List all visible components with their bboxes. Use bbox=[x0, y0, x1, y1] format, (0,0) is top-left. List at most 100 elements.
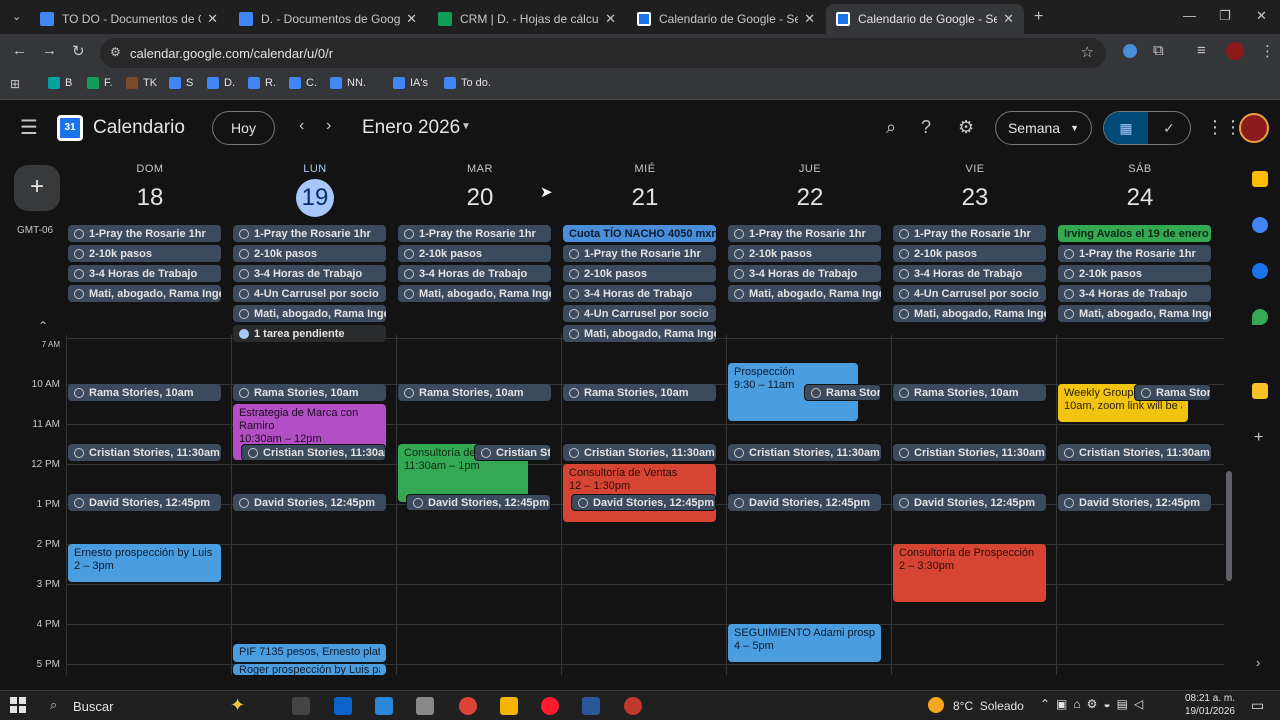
task-circle-icon[interactable] bbox=[239, 308, 249, 319]
task-circle-icon[interactable] bbox=[899, 447, 909, 458]
system-tray-icons[interactable]: ⌃▣⌂⚙◒▤◁ bbox=[1040, 697, 1149, 711]
keep-icon[interactable] bbox=[1252, 171, 1268, 187]
task-circle-icon[interactable] bbox=[74, 387, 84, 398]
day-date-today[interactable]: 19 bbox=[296, 179, 334, 217]
task-circle-icon[interactable] bbox=[1064, 447, 1074, 458]
task-circle-icon[interactable] bbox=[404, 268, 414, 279]
task-chip[interactable]: 1-Pray the Rosarie 1hr bbox=[893, 225, 1046, 242]
task-circle-icon[interactable] bbox=[74, 447, 84, 458]
event-chip-david[interactable]: David Stories, 12:45pm bbox=[893, 494, 1046, 511]
task-chip[interactable]: Mati, abogado, Rama Inger bbox=[563, 325, 716, 342]
task-chip[interactable]: 2-10k pasos bbox=[1058, 265, 1211, 282]
task-circle-icon[interactable] bbox=[239, 228, 249, 239]
day-date[interactable]: 23 bbox=[956, 179, 994, 217]
tab-d-docs[interactable]: D. - Documentos de Google ✕ bbox=[229, 4, 427, 34]
tab-search-chevron-icon[interactable]: ⌄ bbox=[12, 10, 21, 23]
event-chip-david[interactable]: David Stories, 12:45pm bbox=[1058, 494, 1211, 511]
event-chip-cristian[interactable]: Cristian Stories, 11:30am bbox=[893, 444, 1046, 461]
task-circle-icon[interactable] bbox=[239, 497, 249, 508]
task-chip[interactable]: 3-4 Horas de Trabajo bbox=[68, 265, 221, 282]
event-ernesto-prospeccion[interactable]: Ernesto prospección by Luis pa 2 – 3pm bbox=[68, 544, 221, 582]
task-chip[interactable]: 3-4 Horas de Trabajo bbox=[1058, 285, 1211, 302]
bookmark-star-icon[interactable]: ☆ bbox=[1081, 43, 1094, 61]
task-circle-icon[interactable] bbox=[899, 288, 909, 299]
task-chip[interactable]: Mati, abogado, Rama Inger bbox=[728, 285, 881, 302]
task-chip[interactable]: 1-Pray the Rosarie 1hr bbox=[728, 225, 881, 242]
clock-date[interactable]: 19/01/2026 bbox=[1183, 706, 1235, 717]
bookmark-s[interactable]: S bbox=[169, 77, 193, 89]
view-selector[interactable]: Semana ▼ bbox=[995, 111, 1092, 145]
weather-text[interactable]: 8°C Soleado bbox=[953, 699, 1024, 713]
task-circle-icon[interactable] bbox=[239, 387, 249, 398]
task-chip[interactable]: 3-4 Horas de Trabajo bbox=[233, 265, 386, 282]
calendar-tasks-toggle[interactable]: ▦ ✓ bbox=[1103, 111, 1191, 145]
task-circle-icon[interactable] bbox=[734, 268, 744, 279]
event-chip-david[interactable]: David Stories, 12:45pm bbox=[728, 494, 881, 511]
task-circle-icon[interactable] bbox=[404, 228, 414, 239]
task-circle-icon[interactable] bbox=[569, 248, 579, 259]
task-chip[interactable]: 4-Un Carrusel por socio bbox=[563, 305, 716, 322]
minimize-icon[interactable]: — bbox=[1183, 8, 1196, 23]
google-apps-icon[interactable]: ⋮⋮ bbox=[1206, 117, 1242, 138]
app-icon[interactable] bbox=[624, 697, 642, 715]
task-chip[interactable]: 2-10k pasos bbox=[233, 245, 386, 262]
task-circle-icon[interactable] bbox=[74, 248, 84, 259]
day-header-mon[interactable]: LUN 19 bbox=[240, 163, 390, 217]
site-info-icon[interactable]: ⚙ bbox=[110, 45, 121, 59]
today-button[interactable]: Hoy bbox=[212, 111, 275, 145]
task-circle-icon[interactable] bbox=[578, 497, 588, 508]
task-circle-icon[interactable] bbox=[239, 248, 249, 259]
task-chip[interactable]: 1-Pray the Rosarie 1hr bbox=[68, 225, 221, 242]
task-circle-icon[interactable] bbox=[404, 387, 414, 398]
file-explorer-icon[interactable] bbox=[500, 697, 518, 715]
event-consultoria-prospeccion[interactable]: Consultoría de Prospección 2 – 3:30pm bbox=[893, 544, 1046, 602]
contacts-icon[interactable] bbox=[1252, 263, 1268, 279]
bookmark-todo[interactable]: To do. bbox=[444, 77, 491, 89]
calendar-view-icon[interactable]: ▦ bbox=[1104, 112, 1148, 144]
month-dropdown-icon[interactable]: ▼ bbox=[461, 121, 471, 132]
notifications-icon[interactable]: ▭ bbox=[1251, 697, 1264, 714]
task-circle-icon[interactable] bbox=[899, 497, 909, 508]
task-circle-icon[interactable] bbox=[1141, 387, 1151, 398]
event-chip-rama[interactable]: Rama Stories, 10am bbox=[563, 384, 716, 401]
bookmark-tk[interactable]: TK bbox=[126, 77, 157, 89]
clock-time[interactable]: 08:21 a. m. bbox=[1183, 693, 1235, 704]
task-chip[interactable]: 3-4 Horas de Trabajo bbox=[728, 265, 881, 282]
word-icon[interactable] bbox=[582, 697, 600, 715]
task-chip[interactable]: 4-Un Carrusel por socio bbox=[233, 285, 386, 302]
tab-calendar-1[interactable]: Calendario de Google - Semana ✕ bbox=[627, 4, 825, 34]
task-circle-icon[interactable] bbox=[413, 497, 423, 508]
day-header-sat[interactable]: SÁB 24 bbox=[1065, 163, 1215, 217]
task-chip[interactable]: Mati, abogado, Rama Inger bbox=[398, 285, 551, 302]
task-circle-icon[interactable] bbox=[899, 228, 909, 239]
bookmark-f[interactable]: F. bbox=[87, 77, 113, 89]
task-chip[interactable]: Mati, abogado, Rama Inger bbox=[68, 285, 221, 302]
task-circle-icon[interactable] bbox=[481, 447, 491, 458]
task-circle-icon[interactable] bbox=[1064, 288, 1074, 299]
task-circle-icon[interactable] bbox=[404, 248, 414, 259]
day-header-wed[interactable]: MIÉ 21 bbox=[570, 163, 720, 217]
month-label[interactable]: Enero 2026 bbox=[362, 117, 460, 139]
event-chip-david[interactable]: David Stories, 12:45pm bbox=[233, 494, 386, 511]
search-icon[interactable]: ⌕ bbox=[886, 117, 896, 138]
sparkle-icon[interactable]: ✦ bbox=[230, 695, 245, 716]
addon-icon[interactable] bbox=[1252, 383, 1268, 399]
taskbar-search-input[interactable]: Buscar bbox=[73, 699, 113, 714]
weather-sun-icon[interactable] bbox=[928, 697, 944, 713]
task-chip[interactable]: 2-10k pasos bbox=[68, 245, 221, 262]
event-chip-rama[interactable]: Rama Stories, 10am bbox=[233, 384, 386, 401]
task-chip[interactable]: Mati, abogado, Rama Inger bbox=[1058, 305, 1211, 322]
forward-icon[interactable]: → bbox=[42, 42, 57, 59]
apps-grid-icon[interactable]: ⊞ bbox=[10, 77, 20, 91]
task-circle-icon[interactable] bbox=[239, 288, 249, 299]
close-icon[interactable]: ✕ bbox=[1003, 11, 1014, 27]
maps-icon[interactable] bbox=[1252, 309, 1268, 325]
event-chip-david[interactable]: David Stories, 12:45pm bbox=[406, 494, 551, 511]
task-chip[interactable]: 2-10k pasos bbox=[398, 245, 551, 262]
grid-scrollbar[interactable] bbox=[1226, 471, 1232, 581]
extensions-puzzle-icon[interactable]: ⧉ bbox=[1153, 42, 1164, 59]
task-chip[interactable]: 4-Un Carrusel por socio bbox=[893, 285, 1046, 302]
event-chip-rama[interactable]: Rama Stories, 10am bbox=[893, 384, 1046, 401]
task-chip[interactable]: 1-Pray the Rosarie 1hr bbox=[563, 245, 716, 262]
task-circle-icon[interactable] bbox=[248, 447, 258, 458]
